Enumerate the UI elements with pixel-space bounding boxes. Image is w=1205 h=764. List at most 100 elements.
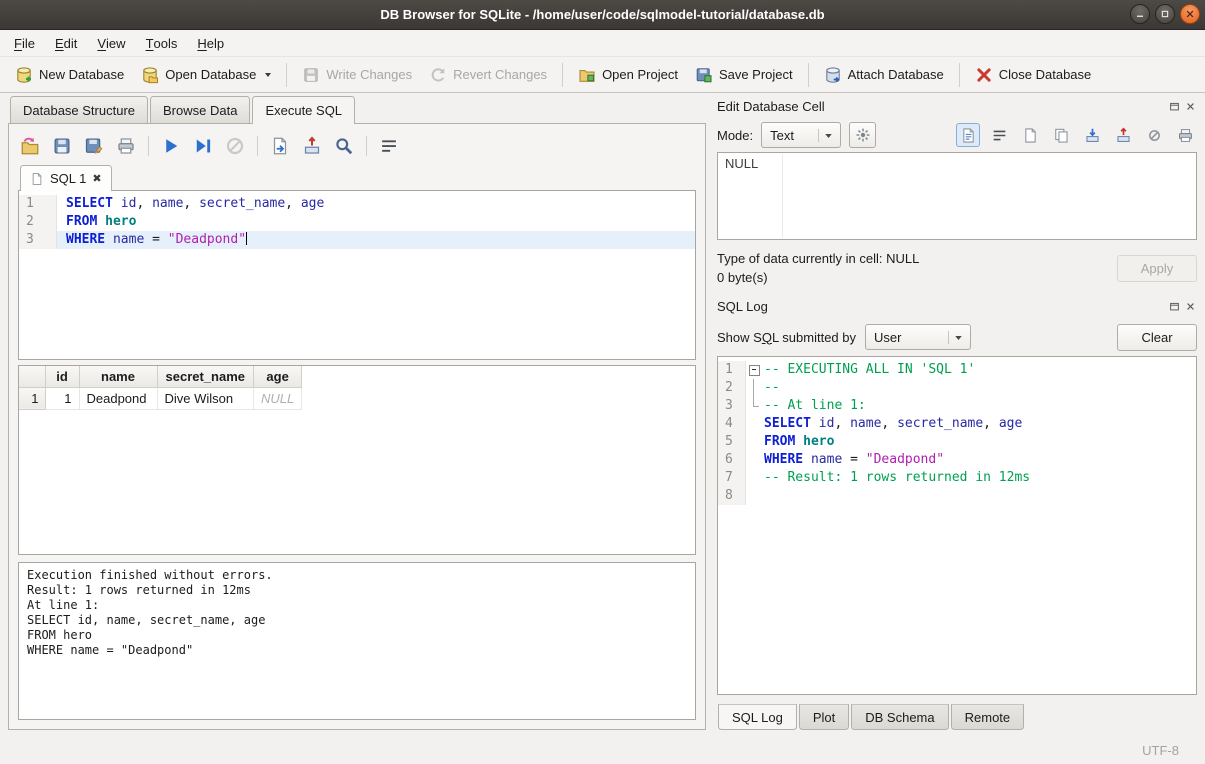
toolbar-separator [562, 63, 563, 87]
float-panel-icon[interactable] [1168, 300, 1181, 313]
execute-all-button[interactable] [161, 136, 181, 156]
close-panel-icon[interactable] [1184, 300, 1197, 313]
export-results-icon [302, 136, 322, 156]
tab-sql-1[interactable]: SQL 1 ✖ [20, 165, 112, 191]
minimize-button[interactable] [1130, 4, 1150, 24]
code-line-7: 7-- Result: 1 rows returned in 12ms [718, 469, 1196, 487]
open-sql-file-button[interactable] [20, 136, 40, 156]
close-tab-icon[interactable]: ✖ [92, 172, 101, 185]
menu-edit[interactable]: Edit [45, 30, 87, 56]
line-number: 3 [19, 231, 57, 249]
main-toolbar: New DatabaseOpen DatabaseWrite ChangesRe… [0, 57, 1205, 93]
open-results-button[interactable] [270, 136, 290, 156]
attach-database-button[interactable]: Attach Database [817, 62, 951, 88]
cell-secret-name[interactable]: Dive Wilson [157, 387, 254, 409]
export-data-button[interactable] [1111, 123, 1135, 147]
maximize-button[interactable] [1155, 4, 1175, 24]
close-database-button[interactable]: Close Database [968, 62, 1099, 88]
cell-value-editor[interactable]: NULL [717, 152, 1197, 240]
output-line: Result: 1 rows returned in 12ms [27, 583, 687, 598]
float-panel-icon[interactable] [1168, 100, 1181, 113]
menu-tools[interactable]: Tools [136, 30, 188, 56]
tab-plot[interactable]: Plot [799, 704, 849, 730]
statusbar: UTF-8 [0, 736, 1205, 764]
save-sql-file-button[interactable] [52, 136, 72, 156]
open-in-editor-button[interactable] [1018, 123, 1042, 147]
line-number: 1 [718, 361, 746, 379]
tab-database-structure[interactable]: Database Structure [10, 96, 148, 123]
code-text: FROM hero [57, 213, 695, 231]
sql-editor[interactable]: 1SELECT id, name, secret_name, age2FROM … [18, 190, 696, 360]
submitted-by-value: User [874, 330, 901, 345]
button-label: Open Project [602, 67, 678, 82]
line-number: 8 [718, 487, 746, 505]
export-results-button[interactable] [302, 136, 322, 156]
word-wrap-button[interactable] [987, 123, 1011, 147]
close-button[interactable] [1180, 4, 1200, 24]
submitted-by-select[interactable]: User [865, 324, 971, 350]
import-data-button[interactable] [1080, 123, 1104, 147]
toolbar-separator [148, 136, 149, 156]
print-sql-button[interactable] [116, 136, 136, 156]
open-database-icon [141, 66, 159, 84]
tab-db-schema[interactable]: DB Schema [851, 704, 948, 730]
column-header-id[interactable]: id [45, 366, 79, 387]
column-header-secret-name[interactable]: secret_name [157, 366, 254, 387]
fold-marker-icon [746, 379, 762, 397]
row-header[interactable]: 1 [19, 387, 45, 409]
titlebar[interactable]: DB Browser for SQLite - /home/user/code/… [0, 0, 1205, 30]
word-wrap-icon [379, 136, 399, 156]
mode-label: Mode: [717, 128, 753, 143]
new-database-button[interactable]: New Database [8, 62, 131, 88]
mode-select[interactable]: Text [761, 122, 841, 148]
open-database-button[interactable]: Open Database [134, 62, 278, 88]
set-as-null-button[interactable] [1142, 123, 1166, 147]
cell-size-info: 0 byte(s) [717, 268, 919, 287]
cell-id[interactable]: 1 [45, 387, 79, 409]
set-as-null-icon [1146, 127, 1163, 144]
text-mode-button[interactable] [956, 123, 980, 147]
output-line: FROM hero [27, 628, 687, 643]
toolbar-separator [959, 63, 960, 87]
execution-output[interactable]: Execution finished without errors.Result… [18, 562, 696, 720]
dock-controls [1168, 100, 1197, 113]
save-sql-file-as-button[interactable] [84, 136, 104, 156]
print-data-button[interactable] [1173, 123, 1197, 147]
menu-file[interactable]: File [4, 30, 45, 56]
tab-execute-sql[interactable]: Execute SQL [252, 96, 355, 124]
menu-view[interactable]: View [87, 30, 135, 56]
save-project-button[interactable]: Save Project [688, 62, 800, 88]
sql-log-view[interactable]: 1-- EXECUTING ALL IN 'SQL 1'2--3-- At li… [717, 356, 1197, 695]
execute-current-line-button[interactable] [193, 136, 213, 156]
tab-sql-log[interactable]: SQL Log [718, 704, 797, 730]
fold-column [746, 433, 762, 451]
tab-remote[interactable]: Remote [951, 704, 1025, 730]
word-wrap-button[interactable] [379, 136, 399, 156]
column-header-age[interactable]: age [254, 366, 302, 387]
cell-name[interactable]: Deadpond [79, 387, 157, 409]
menu-help[interactable]: Help [187, 30, 234, 56]
fold-column [746, 469, 762, 487]
sql-tab-bar: SQL 1 ✖ [18, 165, 696, 190]
close-panel-icon[interactable] [1184, 100, 1197, 113]
write-changes-icon [302, 66, 320, 84]
cell-mode-row: Mode: Text [717, 118, 1197, 152]
button-label: Attach Database [848, 67, 944, 82]
find-replace-button[interactable] [334, 136, 354, 156]
copy-data-button[interactable] [1049, 123, 1073, 147]
execute-sql-panel: SQL 1 ✖ 1SELECT id, name, secret_name, a… [8, 123, 706, 730]
open-in-editor-icon [1022, 127, 1039, 144]
clear-button[interactable]: Clear [1117, 324, 1197, 351]
column-header-name[interactable]: name [79, 366, 157, 387]
tab-browse-data[interactable]: Browse Data [150, 96, 250, 123]
code-line-2: 2FROM hero [19, 213, 695, 231]
open-project-button[interactable]: Open Project [571, 62, 685, 88]
line-number: 2 [19, 213, 57, 231]
bottom-tab-bar: SQL LogPlotDB SchemaRemote [717, 704, 1197, 730]
code-line-3: 3-- At line 1: [718, 397, 1196, 415]
minimize-icon [1134, 8, 1146, 20]
fold-marker-icon[interactable] [746, 361, 762, 379]
cell-age[interactable]: NULL [254, 387, 302, 409]
auto-format-button[interactable] [849, 122, 876, 148]
apply-button: Apply [1117, 255, 1197, 282]
